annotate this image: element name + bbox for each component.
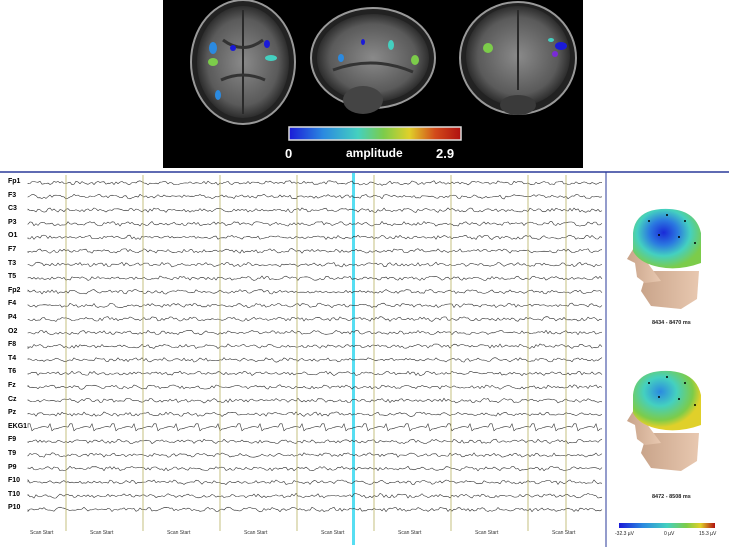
topo-time-1: 8434 - 8470 ms <box>652 320 691 326</box>
eeg-trace-t10 <box>27 492 603 499</box>
eeg-trace-f3 <box>27 193 603 200</box>
channel-label: EKG1 <box>8 422 28 430</box>
channel-label: F3 <box>8 191 17 199</box>
channel-label: P9 <box>8 463 17 471</box>
channel-label: C3 <box>8 205 17 213</box>
channel-label: T9 <box>8 450 17 457</box>
eeg-trace-ekg1 <box>27 423 603 432</box>
eeg-trace-p10 <box>27 506 603 513</box>
eeg-trace-fp1 <box>27 180 603 186</box>
topo-scale-max: 15.3 µV <box>699 531 717 537</box>
channel-label: T10 <box>8 490 21 498</box>
mri-slices <box>190 0 577 141</box>
colorbar-title: amplitude <box>346 146 403 160</box>
eeg-trace-f10 <box>27 478 603 485</box>
topo-scale-mid: 0 µV <box>664 531 675 537</box>
eeg-trace-t3 <box>27 261 603 268</box>
channel-label: F10 <box>8 477 21 485</box>
sagittal-slice <box>310 7 436 114</box>
topo-time-2: 8472 - 8508 ms <box>652 494 691 500</box>
eeg-trace-cz <box>27 397 603 404</box>
eeg-trace-f8 <box>27 343 603 349</box>
channel-label: Fz <box>8 382 16 389</box>
eeg-trace-t4 <box>27 357 603 363</box>
scan-start-label: Scan Start <box>30 530 54 536</box>
channel-label: T5 <box>8 273 17 281</box>
scan-start-label: Scan Start <box>167 530 191 536</box>
channel-label: O2 <box>8 327 18 335</box>
channel-label: Pz <box>8 409 17 417</box>
topo-maps <box>619 208 715 528</box>
eeg-trace-p4 <box>27 316 603 322</box>
axial-slice <box>190 0 296 125</box>
eeg-trace-fp2 <box>27 289 603 295</box>
channel-label: O1 <box>8 232 18 240</box>
scan-start-label: Scan Start <box>475 530 499 536</box>
colorbar-min-label: 0 <box>285 146 293 161</box>
eeg-trace-f7 <box>27 248 603 254</box>
scan-start-label: Scan Start <box>321 530 345 536</box>
eeg-trace-p9 <box>27 465 603 472</box>
scan-start-label: Scan Start <box>398 530 422 536</box>
channel-label: F8 <box>8 341 17 349</box>
eeg-trace-t5 <box>27 275 603 281</box>
eeg-trace-p3 <box>27 221 603 227</box>
eeg-trace-o2 <box>27 329 603 336</box>
channel-label: F4 <box>8 300 17 308</box>
channel-label: Fp2 <box>8 286 21 294</box>
topo-head-1 <box>627 208 701 309</box>
eeg-panel: Fp1 F3 C3 P3 O1 F7 T3 T5 Fp2 F4 P4 O2 F8 T4 T6 Fz Cz Pz EK… <box>0 171 729 547</box>
amplitude-colorbar <box>288 126 462 141</box>
eeg-trace-f9 <box>27 438 603 445</box>
channel-label: Cz <box>8 395 17 403</box>
eeg-trace-o1 <box>27 234 603 240</box>
eeg-trace-t9 <box>27 452 603 458</box>
topo-head-2 <box>627 370 701 471</box>
coronal-slice <box>459 1 577 115</box>
channel-label: F9 <box>8 436 17 444</box>
colorbar-max-label: 2.9 <box>436 146 455 161</box>
scan-start-label: Scan Start <box>244 530 268 536</box>
eeg-trace-fz <box>27 384 603 390</box>
channel-label: T4 <box>8 354 17 362</box>
mri-panel: 0 amplitude 2.9 <box>163 0 583 168</box>
channel-label: T3 <box>8 259 17 267</box>
eeg-trace-t6 <box>27 370 603 377</box>
channel-label: T6 <box>8 368 17 376</box>
channel-label: F7 <box>8 246 17 253</box>
topo-scale-min: -32.3 µV <box>615 531 635 537</box>
channel-label: Fp1 <box>8 178 21 185</box>
eeg-trace-pz <box>27 411 603 417</box>
highlight-window <box>352 173 355 545</box>
channel-label: P3 <box>8 218 17 226</box>
topo-colorbar <box>619 523 715 528</box>
channel-label: P10 <box>8 504 21 512</box>
eeg-trace-c3 <box>27 207 603 213</box>
scan-start-label: Scan Start <box>552 530 576 536</box>
eeg-trace-f4 <box>27 302 603 309</box>
channel-label: P4 <box>8 314 17 321</box>
scan-start-label: Scan Start <box>90 530 114 536</box>
